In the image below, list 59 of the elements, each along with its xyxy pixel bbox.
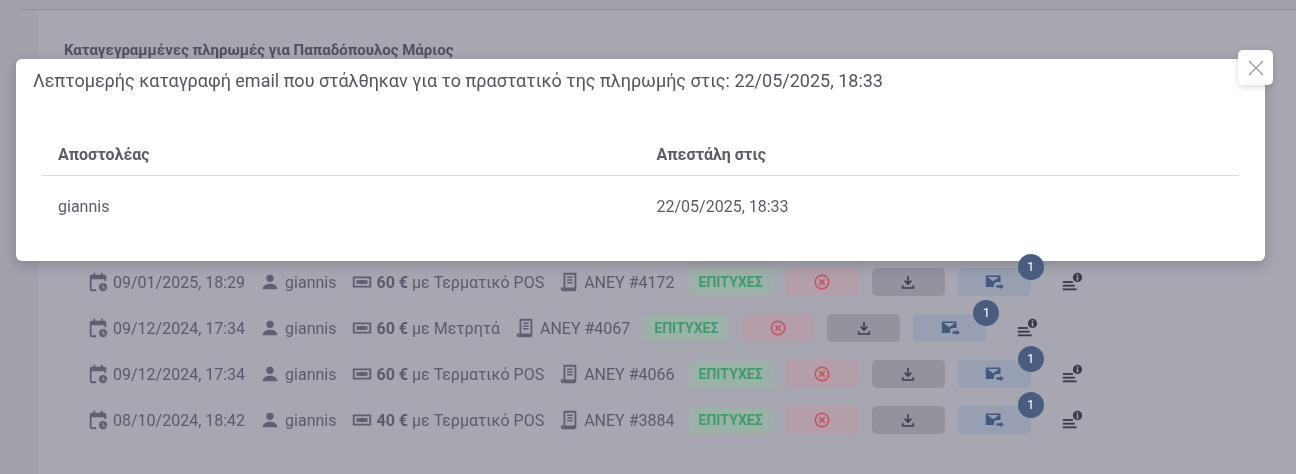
- payment-user: giannis: [285, 410, 337, 430]
- email-forward-icon: [984, 365, 1005, 383]
- receipt-number: ΑΝΕΥ #4172: [584, 272, 675, 292]
- receipt-number: ΑΝΕΥ #4067: [539, 318, 631, 338]
- download-button[interactable]: [871, 406, 945, 434]
- status-badge: ΕΠΙΤΥΧΕΣ: [688, 361, 773, 387]
- calendar-clock-icon: [87, 271, 109, 293]
- calendar-clock-icon: [87, 317, 109, 339]
- payment-date: 08/10/2024, 18:42: [113, 410, 246, 430]
- cancel-button[interactable]: [785, 268, 859, 296]
- close-button[interactable]: [1238, 50, 1273, 85]
- payment-date: 09/12/2024, 17:34: [113, 318, 246, 338]
- download-button[interactable]: [871, 268, 945, 296]
- download-button[interactable]: [871, 360, 945, 388]
- payment-date: 09/12/2024, 17:34: [113, 364, 246, 384]
- section-heading: Καταγεγραμμένες πληρωμές για Παπαδόπουλος Μάριος: [64, 42, 454, 59]
- payment-amount: 40 € με Τερματικό POS: [376, 410, 545, 430]
- download-button[interactable]: [827, 314, 901, 342]
- cancel-button[interactable]: [741, 314, 815, 342]
- column-header: Αποστολέας: [42, 133, 641, 176]
- email-forward-icon: [984, 273, 1005, 291]
- download-icon: [900, 366, 917, 382]
- details-info-icon[interactable]: [1016, 317, 1039, 339]
- cancel-button[interactable]: [785, 406, 859, 434]
- column-header: Απεστάλη στις: [640, 133, 1239, 176]
- payment-amount: 60 € με Μετρητά: [376, 318, 500, 338]
- calendar-clock-icon: [87, 409, 109, 431]
- status-badge: ΕΠΙΤΥΧΕΣ: [644, 315, 729, 341]
- receipt-number: ΑΝΕΥ #4066: [584, 364, 675, 384]
- payment-user: giannis: [285, 364, 337, 384]
- payment-amount: 60 € με Τερματικό POS: [376, 272, 545, 292]
- close-icon: [1247, 59, 1264, 76]
- receipt-number: ΑΝΕΥ #3884: [584, 410, 675, 430]
- email-count-badge: 1: [973, 300, 1000, 326]
- dialog-title: Λεπτομερής καταγραφή email που στάλθηκαν για το πραστατικό της πληρωμής στις: 22/05/2025, 18:33: [33, 69, 884, 93]
- details-info-icon[interactable]: [1060, 363, 1083, 385]
- download-icon: [855, 320, 872, 336]
- payment-amount: 60 € με Τερματικό POS: [376, 364, 545, 384]
- email-forward-icon: [939, 319, 960, 337]
- download-icon: [900, 412, 917, 428]
- cancel-button[interactable]: [785, 360, 859, 388]
- circle-x-icon: [813, 365, 832, 383]
- payment-user: giannis: [285, 272, 337, 292]
- table-cell: giannis: [42, 175, 641, 236]
- email-count-badge: 1: [1017, 346, 1044, 372]
- payment-user: giannis: [285, 318, 337, 338]
- status-badge: ΕΠΙΤΥΧΕΣ: [688, 407, 773, 433]
- email-count-badge: 1: [1017, 392, 1044, 418]
- circle-x-icon: [813, 273, 832, 291]
- download-icon: [900, 274, 917, 290]
- status-badge: ΕΠΙΤΥΧΕΣ: [688, 269, 773, 295]
- details-info-icon[interactable]: [1060, 409, 1083, 431]
- payment-date: 09/01/2025, 18:29: [113, 272, 246, 292]
- calendar-clock-icon: [87, 363, 109, 385]
- details-info-icon[interactable]: [1060, 271, 1083, 293]
- table-cell: 22/05/2025, 18:33: [640, 175, 1239, 236]
- email-forward-icon: [984, 411, 1005, 429]
- circle-x-icon: [813, 411, 832, 429]
- circle-x-icon: [768, 319, 787, 337]
